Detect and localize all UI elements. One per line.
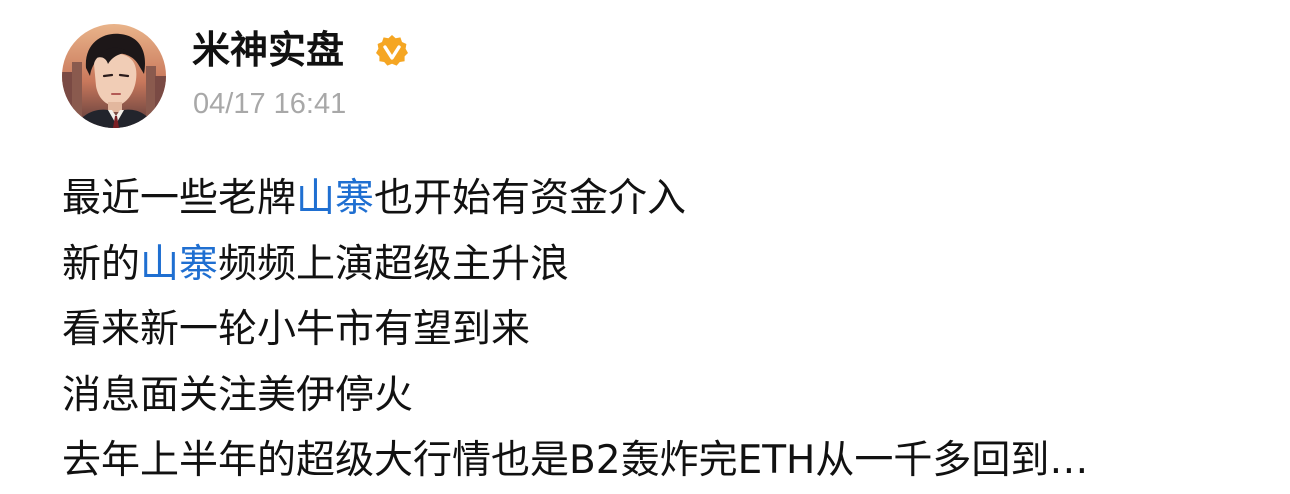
post-line-4: 消息面关注美伊停火 xyxy=(62,372,414,418)
post-timestamp: 04/17 16:41 xyxy=(193,88,347,120)
author-avatar[interactable] xyxy=(62,24,166,128)
post-line-text: 新的 xyxy=(62,241,141,287)
post-line-3: 看来新一轮小牛市有望到来 xyxy=(62,307,531,352)
post-line-text: 最近一些老牌 xyxy=(62,176,297,221)
post-line-text: 也开始有资金介入 xyxy=(374,176,687,221)
topic-link[interactable]: 山寨 xyxy=(140,242,218,287)
author-name[interactable]: 米神实盘 xyxy=(192,24,344,76)
avatar-image xyxy=(62,24,166,128)
post-line-text: 频频上演超级主升浪 xyxy=(218,241,570,287)
post-line-5: 去年上半年的超级大行情也是B2轰炸完ETH从一千多回到… xyxy=(62,438,1089,483)
verified-badge-icon xyxy=(376,35,408,66)
post-line-1: 最近一些老牌山寨也开始有资金介入 xyxy=(62,166,1262,232)
post-text: 最近一些老牌山寨也开始有资金介入 新的山寨频频上演超级主升浪 看来新一轮小牛市有… xyxy=(62,166,1262,494)
post-line-2: 新的山寨频频上演超级主升浪 xyxy=(62,232,1262,298)
topic-link[interactable]: 山寨 xyxy=(296,176,374,221)
weibo-post: 米神实盘 04/17 16:41 最近一些老牌山寨也开始有资金介入 新的山寨频频… xyxy=(0,0,1290,485)
